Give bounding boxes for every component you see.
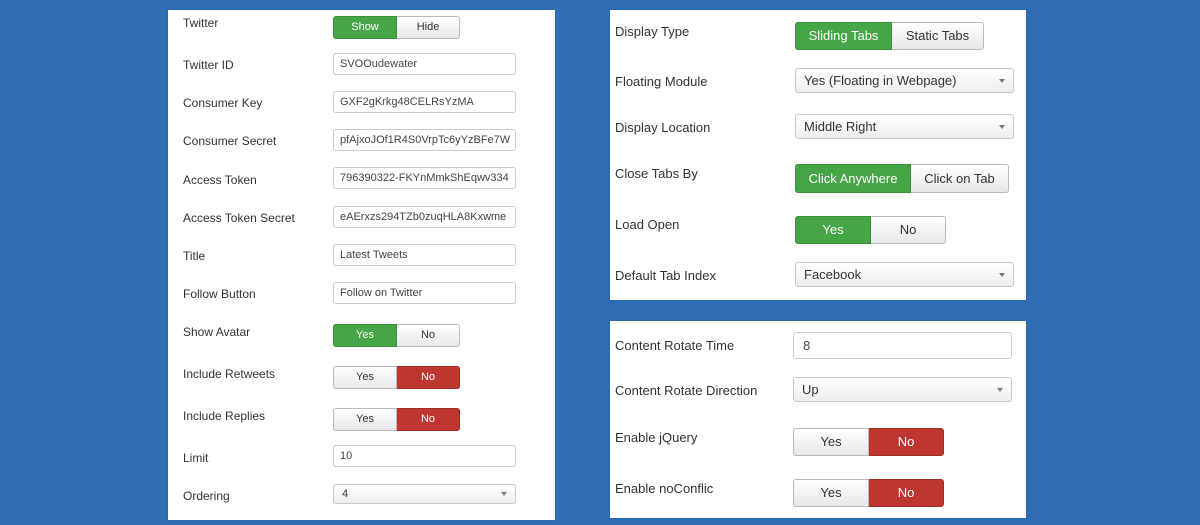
display-location-label: Display Location [615, 120, 711, 135]
enable-jquery-yes-button[interactable]: Yes [793, 428, 869, 456]
default-tab-index-label: Default Tab Index [615, 268, 716, 283]
show-avatar-no-button[interactable]: No [397, 324, 460, 347]
include-replies-label: Include Replies [183, 409, 266, 423]
include-retweets-toggle: Yes No [333, 366, 460, 389]
show-avatar-yes-button[interactable]: Yes [333, 324, 397, 347]
default-tab-index-select[interactable]: Facebook [795, 262, 1014, 287]
chevron-down-icon [997, 387, 1003, 392]
include-replies-toggle: Yes No [333, 408, 460, 431]
enable-jquery-label: Enable jQuery [615, 430, 698, 445]
chevron-down-icon [999, 272, 1005, 277]
twitter-settings-panel: Twitter Show Hide Twitter ID SVOOudewate… [168, 10, 555, 520]
twitter-hide-button[interactable]: Hide [397, 16, 460, 39]
enable-noconflict-toggle: Yes No [793, 479, 944, 507]
close-tabs-by-label: Close Tabs By [615, 166, 698, 181]
show-avatar-toggle: Yes No [333, 324, 460, 347]
consumer-secret-label: Consumer Secret [183, 134, 277, 148]
content-rotate-direction-selected-value: Up [802, 382, 819, 397]
floating-module-selected-value: Yes (Floating in Webpage) [804, 73, 957, 88]
twitter-toggle: Show Hide [333, 16, 460, 39]
content-settings-panel: Content Rotate Time 8 Content Rotate Dir… [610, 321, 1026, 518]
access-token-secret-input[interactable]: eAErxzs294TZb0zuqHLA8Kxwme [333, 206, 516, 228]
include-retweets-yes-button[interactable]: Yes [333, 366, 397, 389]
title-label: Title [183, 249, 206, 263]
chevron-down-icon [501, 492, 507, 496]
include-retweets-label: Include Retweets [183, 367, 276, 381]
enable-noconflict-yes-button[interactable]: Yes [793, 479, 869, 507]
include-retweets-no-button[interactable]: No [397, 366, 460, 389]
sliding-tabs-button[interactable]: Sliding Tabs [795, 22, 892, 50]
close-tabs-by-toggle: Click Anywhere Click on Tab [795, 164, 1009, 193]
default-tab-index-selected-value: Facebook [804, 267, 862, 282]
include-replies-yes-button[interactable]: Yes [333, 408, 397, 431]
access-token-label: Access Token [183, 173, 257, 187]
follow-button-label: Follow Button [183, 287, 256, 301]
include-replies-no-button[interactable]: No [397, 408, 460, 431]
content-rotate-time-input[interactable]: 8 [793, 332, 1012, 359]
display-location-select[interactable]: Middle Right [795, 114, 1014, 139]
load-open-no-button[interactable]: No [871, 216, 946, 244]
enable-noconflict-no-button[interactable]: No [869, 479, 944, 507]
chevron-down-icon [999, 124, 1005, 129]
static-tabs-button[interactable]: Static Tabs [892, 22, 984, 50]
consumer-key-input[interactable]: GXF2gKrkg48CELRsYzMA [333, 91, 516, 113]
click-anywhere-button[interactable]: Click Anywhere [795, 164, 911, 193]
access-token-secret-label: Access Token Secret [183, 211, 295, 225]
show-avatar-label: Show Avatar [183, 325, 251, 339]
enable-noconflict-label: Enable noConflic [615, 481, 714, 496]
twitter-label: Twitter [183, 16, 219, 30]
twitter-show-button[interactable]: Show [333, 16, 397, 39]
load-open-yes-button[interactable]: Yes [795, 216, 871, 244]
load-open-label: Load Open [615, 217, 680, 232]
content-rotate-time-label: Content Rotate Time [615, 338, 735, 353]
follow-button-input[interactable]: Follow on Twitter [333, 282, 516, 304]
enable-jquery-no-button[interactable]: No [869, 428, 944, 456]
load-open-toggle: Yes No [795, 216, 946, 244]
access-token-input[interactable]: 796390322-FKYnMmkShEqwv334 [333, 167, 516, 189]
content-rotate-direction-select[interactable]: Up [793, 377, 1012, 402]
ordering-selected-value: 4 [342, 488, 349, 500]
twitter-id-label: Twitter ID [183, 58, 234, 72]
click-on-tab-button[interactable]: Click on Tab [911, 164, 1009, 193]
floating-module-select[interactable]: Yes (Floating in Webpage) [795, 68, 1014, 93]
title-input[interactable]: Latest Tweets [333, 244, 516, 266]
display-type-label: Display Type [615, 24, 690, 39]
consumer-key-label: Consumer Key [183, 96, 263, 110]
ordering-label: Ordering [183, 489, 230, 503]
content-rotate-direction-label: Content Rotate Direction [615, 383, 758, 398]
twitter-id-input[interactable]: SVOOudewater [333, 53, 516, 75]
limit-label: Limit [183, 451, 209, 465]
limit-input[interactable]: 10 [333, 445, 516, 467]
chevron-down-icon [999, 78, 1005, 83]
floating-module-label: Floating Module [615, 74, 708, 89]
display-location-selected-value: Middle Right [804, 119, 877, 134]
consumer-secret-input[interactable]: pfAjxoJOf1R4S0VrpTc6yYzBFe7W [333, 129, 516, 151]
enable-jquery-toggle: Yes No [793, 428, 944, 456]
display-settings-panel: Display Type Sliding Tabs Static Tabs Fl… [610, 10, 1026, 300]
display-type-toggle: Sliding Tabs Static Tabs [795, 22, 984, 50]
ordering-select[interactable]: 4 [333, 484, 516, 504]
